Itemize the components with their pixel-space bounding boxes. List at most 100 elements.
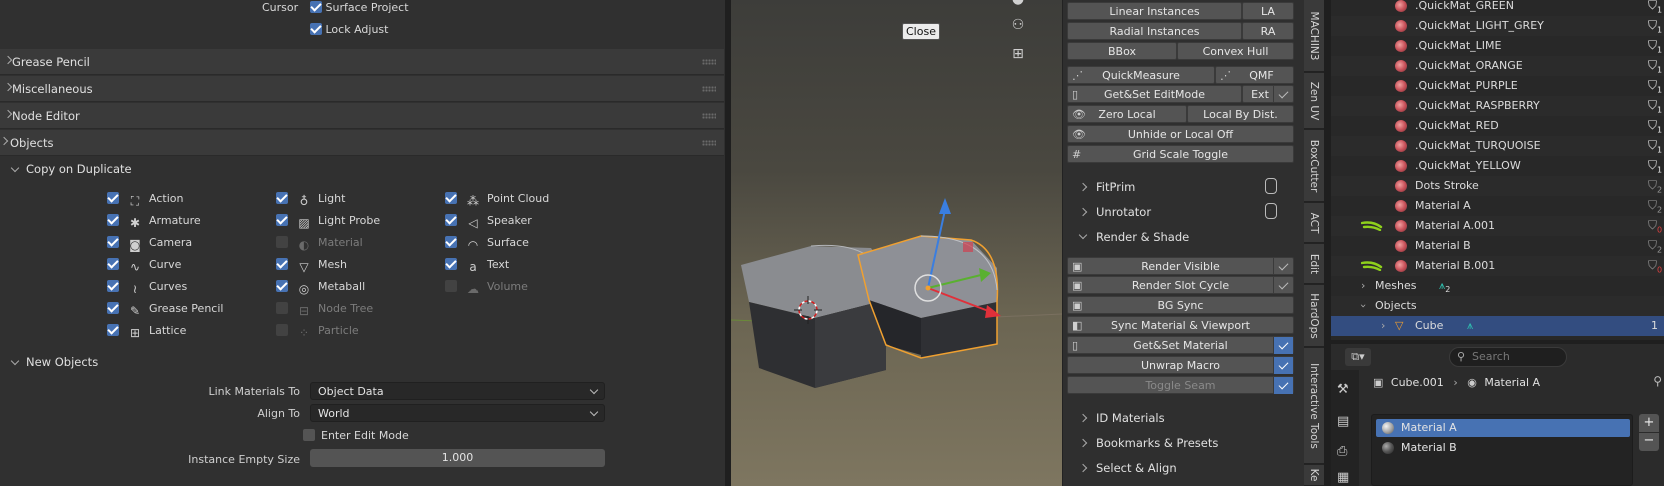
- unwrap-macro-button[interactable]: Unwrap Macro: [1067, 356, 1294, 374]
- chevron-down-icon[interactable]: ›: [1353, 304, 1373, 308]
- pin-icon[interactable]: ⚲: [1653, 374, 1662, 388]
- enter-edit-mode-option[interactable]: Enter Edit Mode: [303, 428, 409, 444]
- surface-project-checkbox[interactable]: [310, 1, 322, 13]
- fake-user-shield-icon[interactable]: ⛉0: [1648, 259, 1662, 275]
- material-slot-row[interactable]: Material A: [1376, 419, 1630, 437]
- checkbox[interactable]: [107, 214, 119, 226]
- bbox-button[interactable]: BBox: [1067, 42, 1177, 60]
- property-search-input[interactable]: ⚲ Search: [1449, 347, 1567, 367]
- select-align-section[interactable]: Select & Align: [1070, 461, 1177, 475]
- checkbox[interactable]: [445, 214, 457, 226]
- dup-armature[interactable]: ✱ Armature: [107, 213, 201, 230]
- dup-light-probe[interactable]: ▨ Light Probe: [276, 213, 380, 230]
- tab-machin3[interactable]: MACHIN3: [1304, 0, 1324, 72]
- checkbox[interactable]: [445, 280, 457, 292]
- align-to-dropdown[interactable]: World: [310, 404, 605, 422]
- fake-user-shield-icon[interactable]: ⛉1: [1648, 119, 1662, 135]
- outliner-material-row[interactable]: Material B ⛉2: [1331, 236, 1664, 256]
- lock-adjust-option[interactable]: Lock Adjust: [310, 23, 388, 36]
- outliner-material-row[interactable]: .QuickMat_PURPLE ⛉1: [1331, 76, 1664, 96]
- instance-empty-size-field[interactable]: 1.000: [310, 449, 605, 467]
- fake-user-shield-icon[interactable]: ⛉2: [1648, 239, 1662, 255]
- fitprim-toggle-icon[interactable]: [1265, 178, 1277, 194]
- dup-volume[interactable]: ☁ Volume: [445, 279, 528, 296]
- unwrap-macro-checkbox[interactable]: [1273, 357, 1293, 374]
- plane-handle[interactable]: [963, 242, 973, 252]
- tab-interactive-tools[interactable]: Interactive Tools: [1304, 348, 1324, 464]
- remove-slot-button[interactable]: −: [1639, 433, 1659, 451]
- output-tab-icon[interactable]: ⎙: [1337, 444, 1347, 459]
- dup-point-cloud[interactable]: ⁂ Point Cloud: [445, 191, 549, 208]
- ra-button[interactable]: RA: [1242, 22, 1294, 40]
- outliner-material-row[interactable]: .QuickMat_YELLOW ⛉1: [1331, 156, 1664, 176]
- outliner-material-row[interactable]: .QuickMat_GREEN ⛉1: [1331, 0, 1664, 16]
- ext-checkbox[interactable]: [1273, 86, 1293, 103]
- editor-type-dropdown[interactable]: ⧉▾: [1345, 348, 1371, 366]
- checkbox[interactable]: [276, 258, 288, 270]
- section-node-editor[interactable]: Node Editor: [0, 103, 724, 129]
- la-button[interactable]: LA: [1242, 2, 1294, 20]
- outliner-cube-row[interactable]: › ▽ Cube ⩚ 1: [1331, 316, 1664, 336]
- checkbox[interactable]: [445, 236, 457, 248]
- checkbox[interactable]: [445, 258, 457, 270]
- checkbox[interactable]: [276, 324, 288, 336]
- checkbox[interactable]: [276, 302, 288, 314]
- dup-surface[interactable]: ◠ Surface: [445, 235, 529, 252]
- outliner-objects-row[interactable]: › Objects: [1331, 296, 1664, 316]
- toggle-seam-button[interactable]: Toggle Seam: [1067, 376, 1294, 394]
- unhide-local-button[interactable]: 👁 Unhide or Local Off: [1067, 125, 1294, 143]
- dup-curves[interactable]: ≀ Curves: [107, 279, 187, 296]
- getset-material-button[interactable]: ▯ Get&Set Material: [1067, 336, 1294, 354]
- qmf-button[interactable]: ⋰ QMF: [1215, 66, 1294, 84]
- dup-action[interactable]: ⛶ Action: [107, 191, 183, 208]
- unrotator-toggle-icon[interactable]: [1265, 203, 1277, 219]
- bg-sync-button[interactable]: ▣ BG Sync: [1067, 296, 1294, 314]
- outliner-material-row[interactable]: .QuickMat_LIGHT_GREY ⛉1: [1331, 16, 1664, 36]
- 3d-viewport[interactable]: Close ● ⚇ ⊞: [731, 0, 1062, 486]
- tab-zen-uv[interactable]: Zen UV: [1304, 73, 1324, 129]
- dup-material[interactable]: ◐ Material: [276, 235, 363, 252]
- toggle-seam-checkbox[interactable]: [1273, 377, 1293, 394]
- checkbox[interactable]: [445, 192, 457, 204]
- chevron-right-icon[interactable]: ›: [1361, 276, 1365, 296]
- drag-grip-icon[interactable]: [702, 59, 716, 65]
- outliner-material-row[interactable]: Material B.001 ⛉0: [1331, 256, 1664, 276]
- fake-user-shield-icon[interactable]: ⛉1: [1648, 39, 1662, 55]
- z-arrow-head[interactable]: [939, 198, 951, 214]
- outliner-material-row[interactable]: Dots Stroke ⛉2: [1331, 176, 1664, 196]
- checkbox[interactable]: [303, 429, 315, 441]
- checkbox[interactable]: [276, 192, 288, 204]
- linear-instances-button[interactable]: Linear Instances: [1067, 2, 1242, 20]
- outliner-material-row[interactable]: .QuickMat_ORANGE ⛉1: [1331, 56, 1664, 76]
- tool-tab-icon[interactable]: ⚒: [1337, 382, 1349, 397]
- dup-node-tree[interactable]: ⊟ Node Tree: [276, 301, 373, 318]
- unrotator-section[interactable]: Unrotator: [1070, 205, 1151, 219]
- dup-text[interactable]: a Text: [445, 257, 509, 274]
- convex-hull-button[interactable]: Convex Hull: [1177, 42, 1294, 60]
- dup-light[interactable]: ♁ Light: [276, 191, 345, 208]
- drag-grip-icon[interactable]: [702, 86, 716, 92]
- checkbox[interactable]: [276, 236, 288, 248]
- add-slot-button[interactable]: +: [1639, 414, 1659, 432]
- section-objects[interactable]: Objects: [0, 130, 724, 156]
- fitprim-section[interactable]: FitPrim: [1070, 180, 1135, 194]
- outliner-material-row[interactable]: .QuickMat_RASPBERRY ⛉1: [1331, 96, 1664, 116]
- render-slot-cycle-button[interactable]: ▣ Render Slot Cycle: [1067, 276, 1294, 294]
- checkbox[interactable]: [107, 258, 119, 270]
- bookmarks-section[interactable]: Bookmarks & Presets: [1070, 436, 1218, 450]
- getset-editmode-button[interactable]: ▯ Get&Set EditMode: [1067, 85, 1242, 103]
- checkbox[interactable]: [276, 280, 288, 292]
- dup-camera[interactable]: ◙ Camera: [107, 235, 192, 252]
- outliner-material-row[interactable]: .QuickMat_LIME ⛉1: [1331, 36, 1664, 56]
- grid-scale-toggle-button[interactable]: # Grid Scale Toggle: [1067, 145, 1294, 163]
- fake-user-shield-icon[interactable]: ⛉1: [1648, 99, 1662, 115]
- grid-view-icon[interactable]: ⊞: [1007, 43, 1029, 65]
- navigation-gizmo-icon[interactable]: ●: [1007, 0, 1029, 10]
- drag-grip-icon[interactable]: [702, 140, 716, 146]
- fake-user-shield-icon[interactable]: ⛉1: [1648, 79, 1662, 95]
- dup-lattice[interactable]: ⊞ Lattice: [107, 323, 186, 340]
- camera-view-icon[interactable]: ⚇: [1007, 14, 1029, 36]
- tab-act[interactable]: ACT: [1304, 203, 1324, 243]
- fake-user-shield-icon[interactable]: ⛉1: [1648, 59, 1662, 75]
- fake-user-shield-icon[interactable]: ⛉1: [1648, 19, 1662, 35]
